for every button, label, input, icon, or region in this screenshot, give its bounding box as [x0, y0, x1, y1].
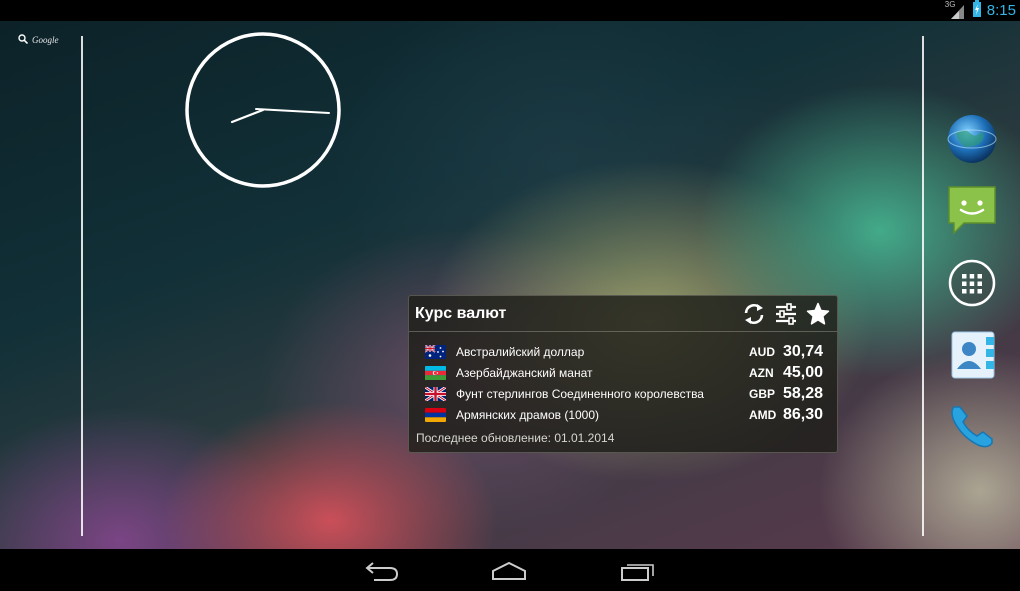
contacts-app-icon[interactable] — [946, 329, 998, 381]
google-search-bar[interactable]: Google — [18, 34, 59, 46]
last-update-text: Последнее обновление: 01.01.2014 — [416, 431, 615, 445]
currency-rate-value: 45,00 — [783, 363, 824, 381]
back-icon[interactable] — [362, 559, 402, 583]
google-search-label: Google — [32, 35, 59, 45]
currency-rate-value: 58,28 — [783, 384, 824, 402]
currency-name: Армянских драмов (1000) — [456, 407, 600, 422]
signal-icon: 3G — [945, 0, 967, 19]
analog-clock-widget[interactable] — [184, 31, 342, 189]
app-drawer-icon[interactable] — [946, 257, 998, 309]
currency-name: Фунт стерлингов Соединенного королевства — [456, 386, 704, 401]
azerbaijan-flag-icon — [425, 365, 446, 380]
settings-sliders-icon[interactable] — [773, 301, 799, 327]
widget-header: Курс валют — [409, 296, 837, 332]
currency-code: AMD — [749, 407, 777, 422]
status-clock: 8:15 — [986, 2, 1016, 19]
currency-code: GBP — [749, 386, 776, 401]
currency-rate-value: 86,30 — [783, 405, 824, 423]
status-bar: 3G 8:15 — [0, 0, 1020, 21]
page-edge-left — [81, 36, 83, 536]
currency-rate-value: 30,74 — [783, 342, 824, 360]
recent-apps-icon[interactable] — [618, 559, 658, 583]
rate-row[interactable]: Азербайджанский манат AZN 45,00 — [409, 362, 837, 383]
battery-charging-icon — [972, 0, 982, 21]
rate-row[interactable]: Армянских драмов (1000) AMD 86,30 — [409, 404, 837, 425]
messaging-app-icon[interactable] — [946, 185, 998, 237]
currency-rates-widget: Курс валют Австралийский доллар AUD 30,7… — [408, 295, 838, 453]
browser-app-icon[interactable] — [946, 113, 998, 165]
star-icon[interactable] — [805, 301, 831, 327]
phone-app-icon[interactable] — [946, 401, 998, 453]
united-kingdom-flag-icon — [425, 386, 446, 401]
search-icon — [18, 34, 29, 46]
rate-row[interactable]: Австралийский доллар AUD 30,74 — [409, 341, 837, 362]
page-edge-right — [922, 36, 924, 536]
currency-name: Азербайджанский манат — [456, 365, 593, 380]
currency-name: Австралийский доллар — [456, 344, 585, 359]
armenia-flag-icon — [425, 407, 446, 422]
home-wallpaper — [0, 21, 1020, 549]
currency-code: AUD — [749, 344, 775, 359]
status-icons: 3G 8:15 — [945, 0, 1016, 21]
rate-list: Австралийский доллар AUD 30,74 Азербайдж… — [409, 332, 837, 425]
australia-flag-icon — [425, 344, 446, 359]
favorites-dock — [946, 113, 1002, 453]
rate-row[interactable]: Фунт стерлингов Соединенного королевства… — [409, 383, 837, 404]
widget-title: Курс валют — [415, 304, 507, 322]
refresh-icon[interactable] — [741, 301, 767, 327]
home-icon[interactable] — [489, 559, 529, 583]
currency-code: AZN — [749, 365, 774, 380]
navigation-bar — [0, 549, 1020, 591]
